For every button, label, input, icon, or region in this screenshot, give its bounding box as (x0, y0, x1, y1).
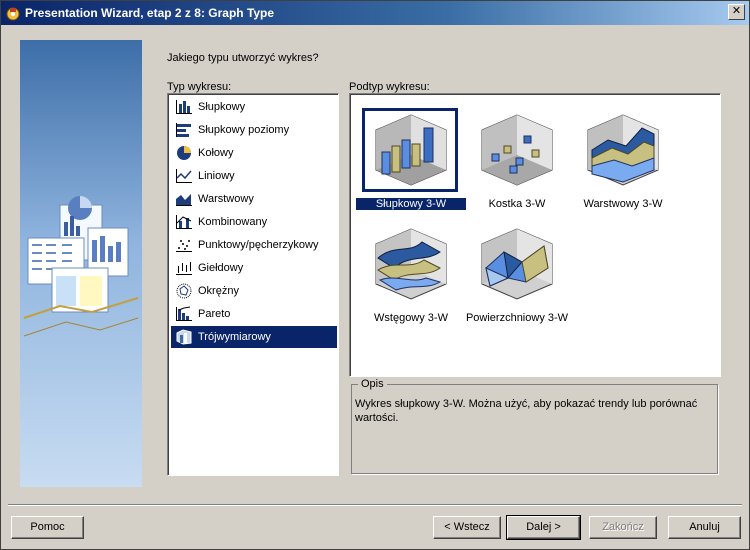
type-item-3d[interactable]: Trójwymiarowy (171, 326, 337, 348)
3d-cube-icon (481, 114, 553, 186)
subtype-3d-cube[interactable]: Kostka 3-W (462, 102, 572, 210)
finish-button[interactable]: Zakończ (589, 516, 657, 539)
type-item-label: Kołowy (198, 147, 234, 159)
bar-chart-icon (176, 100, 192, 114)
type-item-label: Warstwowy (198, 193, 254, 205)
3d-chart-icon (176, 329, 192, 345)
subtype-label: Powierzchniowy 3-W (465, 312, 569, 324)
horizontal-bar-icon (176, 123, 191, 137)
next-button[interactable]: Dalej > (506, 515, 581, 540)
type-item-label: Okrężny (198, 285, 239, 297)
line-chart-icon (176, 169, 192, 183)
help-button[interactable]: Pomoc (11, 516, 84, 539)
type-item-label: Kombinowany (198, 216, 268, 228)
radar-chart-icon (176, 283, 192, 299)
window-title: Presentation Wizard, etap 2 z 8: Graph T… (25, 6, 275, 20)
wizard-side-image (20, 40, 142, 487)
app-icon (6, 7, 20, 21)
subtype-3d-surface[interactable]: Powierzchniowy 3-W (462, 216, 572, 324)
subtype-label: Słupkowy 3-W (356, 198, 466, 210)
presentation-wizard-dialog: Presentation Wizard, etap 2 z 8: Graph T… (0, 0, 750, 550)
button-separator (8, 504, 742, 506)
type-item-combo[interactable]: Kombinowany (171, 211, 337, 233)
3d-ribbon-icon (375, 228, 447, 300)
stock-chart-icon (176, 262, 192, 275)
cancel-button[interactable]: Anuluj (668, 516, 741, 539)
type-item-label: Pareto (198, 308, 231, 320)
subtype-label: Kostka 3-W (488, 198, 546, 210)
type-item-label: Punktowy/pęcherzykowy (198, 239, 319, 251)
type-item-label: Słupkowy (198, 101, 246, 113)
area-chart-icon (176, 194, 192, 206)
description-legend: Opis (358, 378, 387, 390)
title-bar[interactable]: Presentation Wizard, etap 2 z 8: Graph T… (1, 1, 749, 25)
subtype-label: Warstwowy 3-W (583, 198, 663, 210)
type-item-bar[interactable]: Słupkowy (171, 96, 337, 118)
subtype-3d-area[interactable]: Warstwowy 3-W (568, 102, 678, 210)
3d-bar-icon (375, 114, 447, 186)
chart-type-list[interactable]: Słupkowy Słupkowy poziomy Kołowy Liniowy (167, 93, 339, 476)
type-item-pie[interactable]: Kołowy (171, 142, 337, 164)
type-item-pareto[interactable]: Pareto (171, 303, 337, 325)
subtype-3d-bar[interactable]: Słupkowy 3-W (356, 102, 466, 210)
scatter-chart-icon (176, 240, 192, 252)
type-item-label: Giełdowy (198, 262, 244, 274)
pareto-chart-icon (176, 306, 192, 321)
type-item-radar[interactable]: Okrężny (171, 280, 337, 302)
type-item-area[interactable]: Warstwowy (171, 188, 337, 210)
3d-area-icon (587, 114, 659, 186)
combo-chart-icon (176, 215, 192, 229)
type-item-label: Trójwymiarowy (198, 331, 271, 343)
chart-subtype-label: Podtyp wykresu: (349, 81, 430, 93)
question-text: Jakiego typu utworzyć wykres? (167, 52, 319, 64)
3d-surface-icon (481, 228, 553, 300)
subtype-label: Wstęgowy 3-W (374, 312, 448, 324)
back-button[interactable]: < Wstecz (433, 516, 501, 539)
chart-type-label: Typ wykresu: (167, 81, 232, 93)
description-text: Wykres słupkowy 3-W. Można użyć, aby pok… (355, 398, 698, 424)
type-item-label: Liniowy (198, 170, 235, 182)
pie-chart-icon (177, 146, 191, 160)
chart-subtype-panel[interactable]: Słupkowy 3-W Kostka 3-W Warstwowy 3-W Ws… (349, 93, 721, 377)
type-item-label: Słupkowy poziomy (198, 124, 290, 136)
type-item-horizontal-bar[interactable]: Słupkowy poziomy (171, 119, 337, 141)
close-button[interactable]: ✕ (728, 4, 745, 20)
type-item-stock[interactable]: Giełdowy (171, 257, 337, 279)
type-item-scatter[interactable]: Punktowy/pęcherzykowy (171, 234, 337, 256)
type-item-line[interactable]: Liniowy (171, 165, 337, 187)
close-icon: ✕ (731, 5, 742, 17)
subtype-3d-ribbon[interactable]: Wstęgowy 3-W (356, 216, 466, 324)
